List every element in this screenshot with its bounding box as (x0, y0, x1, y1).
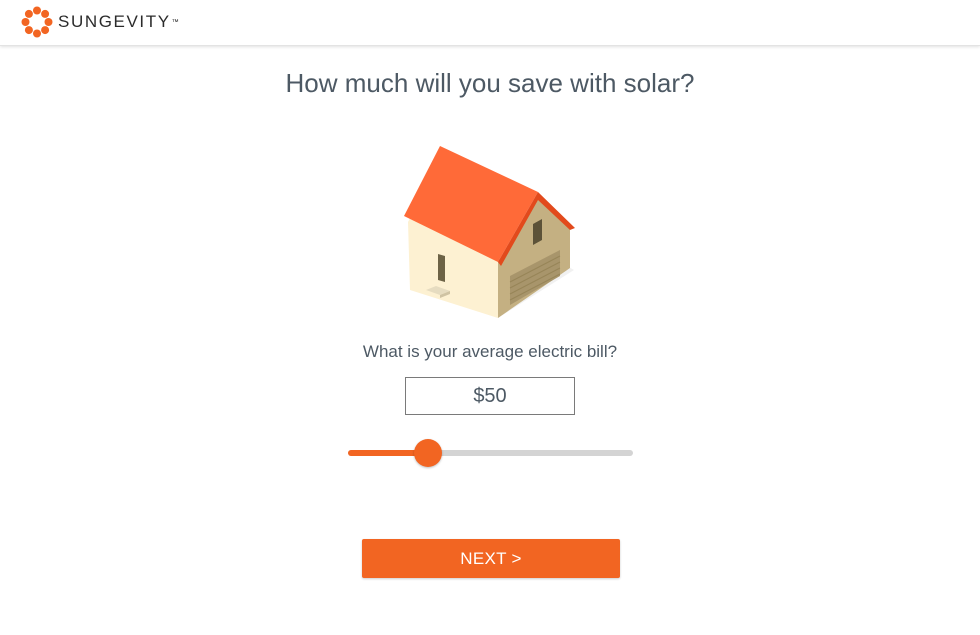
brand-name: SUNGEVITY (58, 12, 171, 31)
house-icon (404, 146, 575, 318)
electric-bill-input[interactable] (405, 377, 575, 415)
top-bar: SUNGEVITY ™ (0, 0, 980, 46)
page-title: How much will you save with solar? (285, 68, 695, 98)
trademark-mark: ™ (171, 18, 179, 26)
bill-question: What is your average electric bill? (362, 342, 618, 361)
slider-thumb[interactable] (414, 439, 442, 467)
next-button[interactable]: NEXT > (362, 539, 620, 578)
bill-slider[interactable] (348, 436, 633, 470)
sungevity-logo[interactable]: SUNGEVITY ™ (21, 6, 179, 38)
sun-flower-icon (21, 6, 53, 38)
